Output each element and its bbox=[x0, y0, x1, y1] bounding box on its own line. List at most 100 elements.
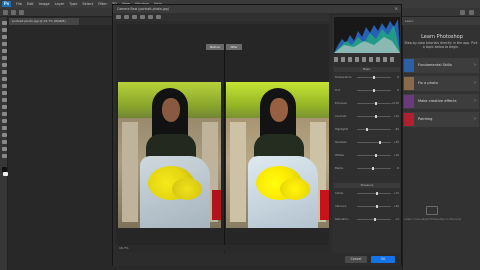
mode-icon[interactable] bbox=[19, 10, 24, 15]
slider-track[interactable] bbox=[357, 168, 391, 169]
spot-removal-tool-icon[interactable] bbox=[148, 15, 153, 19]
slider-label: Clarity bbox=[335, 192, 344, 195]
camera-raw-toolbar bbox=[113, 13, 329, 21]
detail-tab-icon[interactable] bbox=[348, 57, 352, 62]
crop-tool-icon[interactable] bbox=[140, 15, 145, 19]
slider-handle[interactable] bbox=[374, 154, 377, 157]
lens-tab-icon[interactable] bbox=[369, 57, 373, 62]
slider-handle[interactable] bbox=[379, 141, 382, 144]
eraser-tool-icon[interactable] bbox=[1, 91, 7, 95]
slider-value[interactable]: 0 bbox=[397, 88, 399, 93]
tool-preset-icon[interactable] bbox=[11, 10, 16, 15]
brush-tool-icon[interactable] bbox=[1, 70, 7, 74]
learn-item-creative-effects[interactable]: Make creative effects › bbox=[403, 94, 479, 109]
eyedropper-tool-icon[interactable] bbox=[1, 56, 7, 60]
crop-tool-icon[interactable] bbox=[1, 49, 7, 53]
menu-filter[interactable]: Filter bbox=[98, 0, 107, 8]
brush-tool-icon[interactable] bbox=[156, 15, 161, 19]
menu-select[interactable]: Select bbox=[82, 0, 93, 8]
close-icon[interactable]: × bbox=[395, 5, 398, 13]
learn-item-label: Make creative effects bbox=[418, 99, 457, 103]
slider-track[interactable] bbox=[357, 206, 391, 207]
quick-select-tool-icon[interactable] bbox=[1, 42, 7, 46]
menu-file[interactable]: File bbox=[16, 0, 22, 8]
home-icon[interactable] bbox=[3, 10, 8, 15]
white-balance-tool-icon[interactable] bbox=[132, 15, 137, 19]
basic-tab-icon[interactable] bbox=[334, 57, 338, 62]
learn-panel-tab[interactable]: Learn bbox=[402, 17, 480, 25]
slider-value[interactable]: 0 bbox=[397, 75, 399, 80]
presets-tab-icon[interactable] bbox=[390, 57, 394, 62]
learn-item-fix-photo[interactable]: Fix a photo › bbox=[403, 76, 479, 91]
hand-tool-icon[interactable] bbox=[1, 147, 7, 151]
menu-edit[interactable]: Edit bbox=[27, 0, 34, 8]
slider-track[interactable] bbox=[357, 103, 391, 104]
zoom-tool-icon[interactable] bbox=[1, 154, 7, 158]
cancel-button[interactable]: Cancel bbox=[345, 256, 367, 263]
after-photo bbox=[226, 82, 329, 228]
slider-handle[interactable] bbox=[375, 192, 378, 195]
menu-image[interactable]: Image bbox=[39, 0, 50, 8]
marquee-tool-icon[interactable] bbox=[1, 28, 7, 32]
slider-row-tint: Tint 0 bbox=[335, 88, 399, 93]
zoom-level[interactable]: 16.7% bbox=[116, 245, 329, 252]
slider-handle[interactable] bbox=[376, 205, 379, 208]
learn-item-label: Painting bbox=[418, 117, 433, 121]
slider-track[interactable] bbox=[357, 193, 391, 194]
ok-button[interactable]: OK bbox=[371, 256, 395, 263]
slider-value[interactable]: -8 bbox=[396, 166, 399, 171]
slider-value[interactable]: +20 bbox=[394, 204, 399, 209]
dodge-tool-icon[interactable] bbox=[1, 112, 7, 116]
tutorial-thumbnail bbox=[404, 77, 414, 90]
adjustments-panel: Basic Temperature 0 Tint 0 Exposure +0.35 Cont… bbox=[332, 15, 401, 253]
background-color-icon[interactable] bbox=[3, 172, 8, 176]
slider-value[interactable]: -40 bbox=[395, 127, 399, 132]
slider-track[interactable] bbox=[357, 142, 391, 143]
before-label: Before bbox=[206, 44, 224, 50]
tutorial-thumbnail bbox=[404, 113, 414, 126]
split-toning-tab-icon[interactable] bbox=[362, 57, 366, 62]
hsl-tab-icon[interactable] bbox=[355, 57, 359, 62]
slider-value[interactable]: +35 bbox=[394, 140, 399, 145]
pen-tool-icon[interactable] bbox=[1, 119, 7, 123]
healing-tool-icon[interactable] bbox=[1, 63, 7, 67]
learn-item-fundamental-skills[interactable]: Fundamental Skills › bbox=[403, 58, 479, 73]
slider-value[interactable]: +12 bbox=[394, 114, 399, 119]
slider-handle[interactable] bbox=[371, 167, 374, 170]
search-icon[interactable] bbox=[460, 10, 465, 15]
tone-curve-tab-icon[interactable] bbox=[341, 57, 345, 62]
calibration-tab-icon[interactable] bbox=[383, 57, 387, 62]
slider-handle[interactable] bbox=[375, 102, 378, 105]
move-tool-icon[interactable] bbox=[1, 21, 7, 25]
lasso-tool-icon[interactable] bbox=[1, 35, 7, 39]
effects-tab-icon[interactable] bbox=[376, 57, 380, 62]
slider-label: Tint bbox=[335, 89, 340, 92]
slider-handle[interactable] bbox=[373, 76, 375, 79]
type-tool-icon[interactable] bbox=[1, 126, 7, 130]
blur-tool-icon[interactable] bbox=[1, 105, 7, 109]
histogram bbox=[334, 17, 400, 53]
gradient-tool-icon[interactable] bbox=[1, 98, 7, 102]
hand-tool-icon[interactable] bbox=[124, 15, 129, 19]
slider-handle[interactable] bbox=[375, 115, 378, 118]
slider-value[interactable]: +10 bbox=[394, 153, 399, 158]
slider-handle[interactable] bbox=[366, 128, 369, 131]
slider-label: Contrast bbox=[335, 115, 347, 118]
slider-handle[interactable] bbox=[373, 218, 376, 221]
menu-type[interactable]: Type bbox=[69, 0, 77, 8]
path-select-tool-icon[interactable] bbox=[1, 133, 7, 137]
workspace-icon[interactable] bbox=[469, 10, 474, 15]
menu-layer[interactable]: Layer bbox=[55, 0, 65, 8]
shape-tool-icon[interactable] bbox=[1, 140, 7, 144]
slider-handle[interactable] bbox=[373, 89, 375, 92]
stamp-tool-icon[interactable] bbox=[1, 77, 7, 81]
history-brush-tool-icon[interactable] bbox=[1, 84, 7, 88]
document-tab[interactable]: portrait-photo.jpg @ 16.7% (RGB/8) bbox=[9, 18, 79, 25]
slider-track[interactable] bbox=[357, 129, 391, 130]
learn-item-painting[interactable]: Painting › bbox=[403, 112, 479, 127]
slider-value[interactable]: +0.35 bbox=[391, 101, 399, 106]
slider-value[interactable]: +15 bbox=[394, 191, 399, 196]
slider-value[interactable]: +5 bbox=[395, 217, 399, 222]
zoom-tool-icon[interactable] bbox=[116, 15, 121, 19]
slider-track[interactable] bbox=[357, 116, 391, 117]
